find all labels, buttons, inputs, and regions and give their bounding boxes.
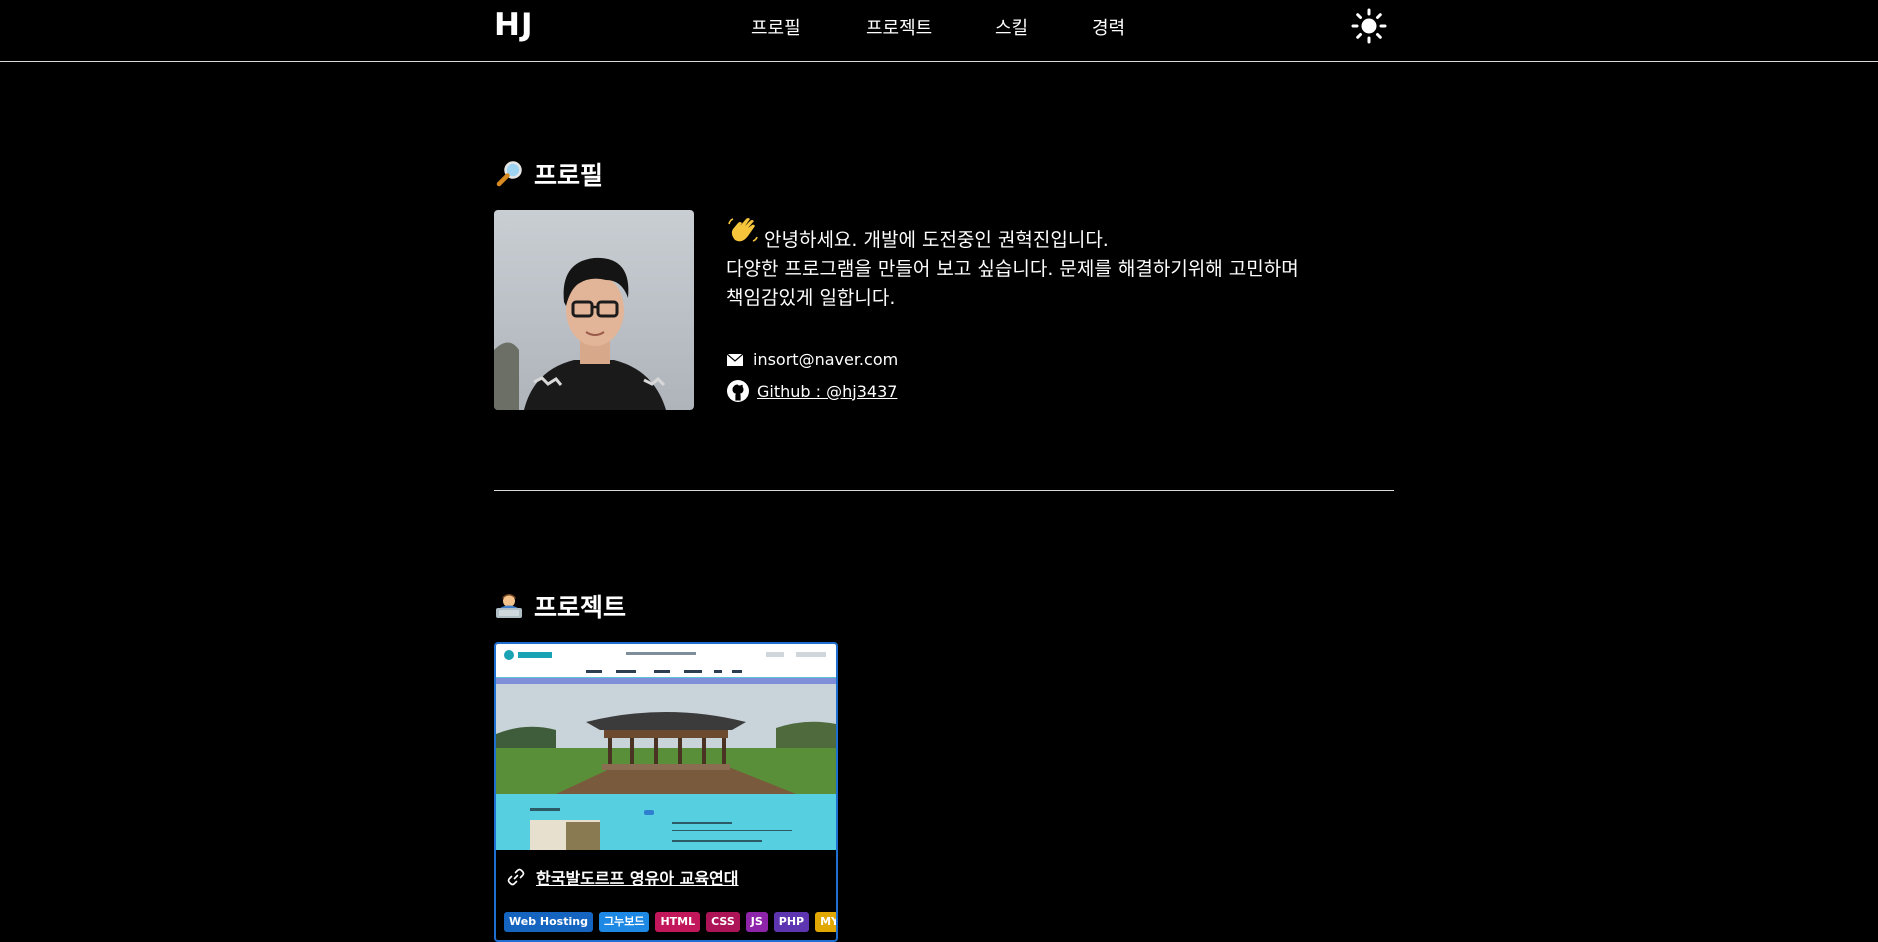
github-row[interactable]: Github : @hj3437	[726, 379, 897, 403]
profile-title-text: 프로필	[534, 161, 604, 190]
project-title-link[interactable]: 한국발도르프 영유아 교육연대	[536, 865, 739, 889]
nav-item-skills[interactable]: 스킬	[995, 14, 1028, 40]
intro-line-1: 안녕하세요. 개발에 도전중인 권혁진입니다.	[764, 229, 1109, 251]
sun-icon	[1351, 8, 1387, 44]
projects-title-text: 프로젝트	[534, 593, 627, 622]
email-row: insort@naver.com	[726, 350, 898, 369]
tag-php: PHP	[773, 912, 810, 932]
email-text: insort@naver.com	[753, 350, 899, 369]
tag-gnuboard: 그누보드	[598, 912, 650, 932]
magnifier-icon	[494, 159, 524, 189]
project-title-row[interactable]: 한국발도르프 영유아 교육연대	[506, 865, 739, 889]
github-icon	[726, 379, 750, 403]
waving-hand-icon	[726, 214, 760, 248]
project-card[interactable]: 한국발도르프 영유아 교육연대 Web Hosting 그누보드 HTML CS…	[494, 642, 838, 942]
profile-photo	[494, 210, 694, 410]
tag-html: HTML	[655, 912, 701, 932]
project-thumbnail	[496, 644, 836, 850]
intro-line-2: 다양한 프로그램을 만들어 보고 싶습니다. 문제를 해결하기위해 고민하며	[726, 258, 1299, 280]
link-icon	[506, 867, 526, 887]
envelope-icon	[726, 353, 746, 367]
theme-toggle-button[interactable]	[1351, 8, 1387, 44]
tag-mysql: MYSQL	[815, 912, 836, 932]
projects-section-title: 프로젝트	[494, 588, 626, 624]
top-header: HJ 프로필 프로젝트 스킬 경력	[0, 0, 1878, 62]
nav-item-career[interactable]: 경력	[1092, 14, 1125, 40]
profile-intro: 안녕하세요. 개발에 도전중인 권혁진입니다. 다양한 프로그램을 만들어 보고…	[726, 214, 1366, 313]
technologist-icon	[494, 591, 524, 621]
profile-section-title: 프로필	[494, 156, 603, 192]
nav-item-projects[interactable]: 프로젝트	[866, 14, 932, 40]
intro-line-3: 책임감있게 일합니다.	[726, 287, 896, 309]
site-logo[interactable]: HJ	[494, 7, 533, 43]
tag-web-hosting: Web Hosting	[504, 912, 593, 932]
tag-js: JS	[745, 912, 768, 932]
github-link[interactable]: Github : @hj3437	[757, 382, 897, 401]
tag-css: CSS	[706, 912, 740, 932]
nav-item-profile[interactable]: 프로필	[751, 14, 801, 40]
project-tags: Web Hosting 그누보드 HTML CSS JS PHP MYSQL	[504, 912, 836, 932]
section-divider	[494, 490, 1394, 491]
